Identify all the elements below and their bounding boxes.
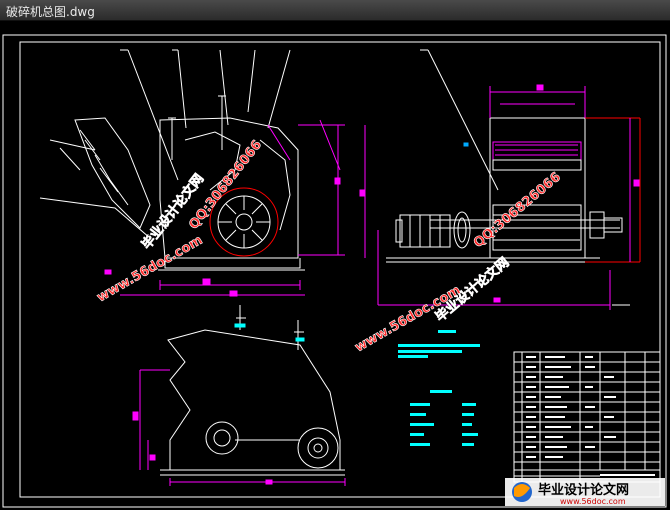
site-logo: 毕业设计论文网 www.56doc.com <box>505 478 665 506</box>
logo-url: www.56doc.com <box>560 497 626 506</box>
logo-title: 毕业设计论文网 <box>538 482 629 498</box>
crusher-section-view <box>132 305 346 486</box>
drawing-frame <box>19 41 661 498</box>
crusher-side-view <box>377 49 641 310</box>
cad-viewer-window: 破碎机总图.dwg QQ:306826066 毕业设计论文网 www.56doc… <box>0 0 670 510</box>
watermark-left: QQ:306826066 毕业设计论文网 www.56doc.com <box>94 137 265 306</box>
technical-notes <box>398 330 480 446</box>
crusher-front-view <box>39 49 366 297</box>
watermark-qq-right: QQ:306826066 <box>471 170 564 251</box>
watermark-right: QQ:306826066 毕业设计论文网 www.56doc.com <box>352 169 564 355</box>
parts-list-text <box>526 356 655 476</box>
window-title: 破碎机总图.dwg <box>6 5 95 19</box>
title-bar[interactable]: 破碎机总图.dwg <box>0 0 670 21</box>
drawing-canvas[interactable]: QQ:306826066 毕业设计论文网 www.56doc.com QQ:30… <box>0 20 670 510</box>
